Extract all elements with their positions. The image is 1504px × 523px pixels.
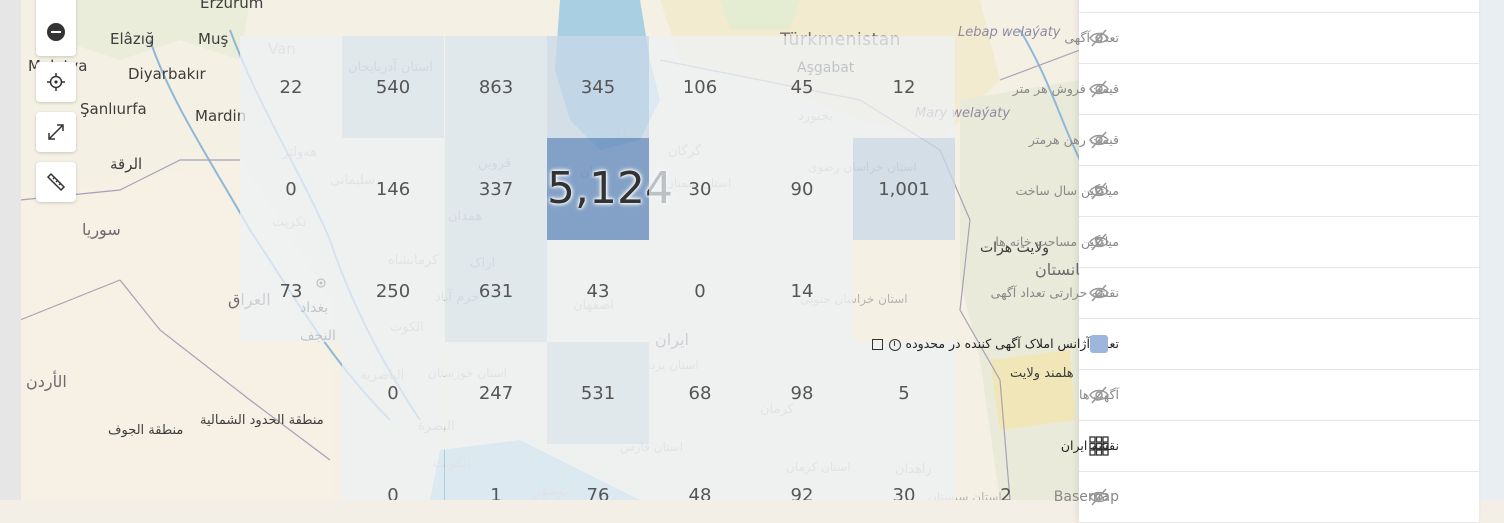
map-left-edge xyxy=(0,0,21,500)
grid-cell-value: 631 xyxy=(478,281,514,302)
grid-cell-value: 92 xyxy=(790,485,814,500)
layer-row[interactable]: Basemap xyxy=(1054,472,1479,523)
map-label: منطقة الجوف xyxy=(108,423,184,438)
grid-cell-value: 76 xyxy=(586,485,610,500)
grid-cell-value: 12 xyxy=(892,77,916,98)
map-label: Erzurum xyxy=(200,0,264,12)
grid-cell-value: 30 xyxy=(892,485,916,500)
grid-cell-value: 98 xyxy=(790,383,814,404)
panel-row-cut xyxy=(1079,0,1479,13)
grid-cell-value: 247 xyxy=(478,383,514,404)
grid-cell-value: 68 xyxy=(688,383,712,404)
ruler-icon xyxy=(46,172,66,192)
grid-cell-value: 863 xyxy=(478,77,514,98)
eye-off-icon[interactable] xyxy=(1088,231,1110,253)
expand-icon xyxy=(48,124,64,140)
checkbox-icon[interactable] xyxy=(871,339,883,350)
grid-cell-value: 30 xyxy=(688,179,712,200)
map-label: منطقة الحدود الشمالية xyxy=(200,413,324,428)
layer-label: تعداد آژانس املاک آگهی کننده در محدوده xyxy=(869,319,1119,369)
grid-cell-value: 0 xyxy=(694,281,706,302)
grid-cell-value: 22 xyxy=(279,77,303,98)
map-label: Diyarbakır xyxy=(128,65,206,83)
layer-row[interactable]: نقشه ایران xyxy=(1061,421,1479,472)
grid-cell-value: 250 xyxy=(375,281,411,302)
grid-cell-value: 0 xyxy=(387,485,399,500)
eye-off-icon[interactable] xyxy=(1088,384,1110,406)
grid-cell-value: 531 xyxy=(580,383,616,404)
layer-row[interactable]: قیمت رهن هرمتر xyxy=(1029,115,1479,166)
grid-cell-value: 48 xyxy=(688,485,712,500)
layer-row[interactable]: میانگین سال ساخت xyxy=(1015,166,1479,217)
map-label: الأردن xyxy=(26,372,67,391)
grid-cell-value: 73 xyxy=(279,281,303,302)
layer-extra-icons xyxy=(869,336,904,351)
layer-row[interactable]: تعداد آژانس املاک آگهی کننده در محدوده xyxy=(871,319,1479,370)
zoom-controls xyxy=(36,0,76,56)
grid-cell-value: 0 xyxy=(387,383,399,404)
grid-cell-value: 90 xyxy=(790,179,814,200)
grid-cell-value: 540 xyxy=(375,77,411,98)
grid-cell-value: 2 xyxy=(1000,485,1012,500)
layer-color-swatch[interactable] xyxy=(1090,335,1108,353)
grid-cell-value: 146 xyxy=(375,179,411,200)
clock-icon[interactable] xyxy=(888,338,901,351)
eye-off-icon[interactable] xyxy=(1088,129,1110,151)
map-right-edge xyxy=(1479,0,1504,500)
grid-cell-value: 45 xyxy=(790,77,814,98)
grid-cell-value: 14 xyxy=(790,281,814,302)
expand-button[interactable] xyxy=(36,112,76,152)
eye-off-icon[interactable] xyxy=(1088,486,1110,508)
grid-cell-value: 106 xyxy=(682,77,718,98)
eye-off-icon[interactable] xyxy=(1088,27,1110,49)
map-label: Şanlıurfa xyxy=(80,100,147,118)
grid-icon[interactable] xyxy=(1088,435,1110,457)
map-label: الرقة xyxy=(110,155,143,173)
grid-cell-value: 0 xyxy=(285,179,297,200)
map-label: Elâzığ xyxy=(110,30,155,48)
layer-row[interactable]: تعداد آگهی xyxy=(1064,13,1479,64)
layer-row[interactable]: قیمت فروش هر متر xyxy=(1013,64,1479,115)
eye-off-icon[interactable] xyxy=(1088,180,1110,202)
grid-cell-value: 345 xyxy=(580,77,616,98)
crosshair-icon xyxy=(47,73,65,91)
grid-cell-value: 1 xyxy=(490,485,502,500)
zoom-out-button[interactable] xyxy=(47,23,65,41)
layers-panel: تعداد آگهی قیمت فروش هر متر قیمت رهن هرمتر… xyxy=(871,0,1479,523)
measure-button[interactable] xyxy=(36,162,76,202)
map-label: Muş xyxy=(198,30,229,48)
map-label: سوريا xyxy=(82,220,121,239)
grid-cell-value: 5,124 xyxy=(547,163,673,214)
eye-off-icon[interactable] xyxy=(1088,78,1110,100)
grid-cell-value: 337 xyxy=(478,179,514,200)
map-label: Mardin xyxy=(195,107,247,125)
layer-row[interactable]: میانگین مساحت خانه ها xyxy=(995,217,1479,268)
grid-cell-value: 5 xyxy=(898,383,910,404)
layer-row[interactable]: نقشه حرارتی تعداد آگهی xyxy=(991,268,1479,319)
layer-row[interactable]: آگهی ها xyxy=(1079,370,1479,421)
locate-button[interactable] xyxy=(36,62,76,102)
eye-off-icon[interactable] xyxy=(1088,282,1110,304)
grid-cell-value: 43 xyxy=(586,281,610,302)
map-label: Lebap welaýaty xyxy=(958,25,1061,40)
grid-cell-value: 1,001 xyxy=(878,179,930,200)
